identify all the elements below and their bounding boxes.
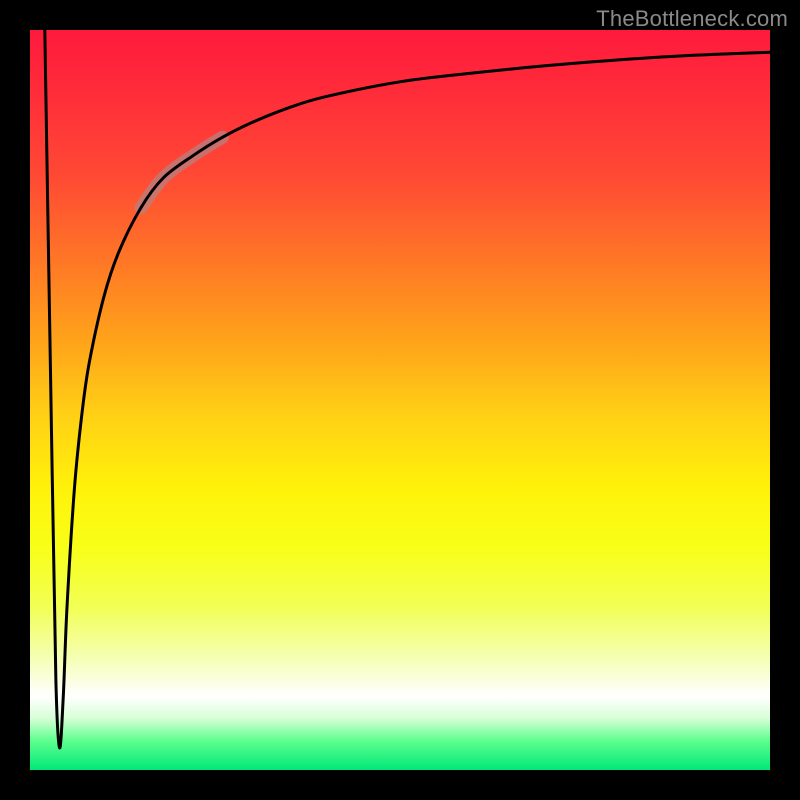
chart-svg (30, 30, 770, 770)
bottleneck-curve (45, 30, 770, 748)
watermark-text: TheBottleneck.com (596, 6, 788, 32)
chart-frame: TheBottleneck.com (0, 0, 800, 800)
plot-area (30, 30, 770, 770)
curve-highlight-segment (141, 137, 222, 207)
